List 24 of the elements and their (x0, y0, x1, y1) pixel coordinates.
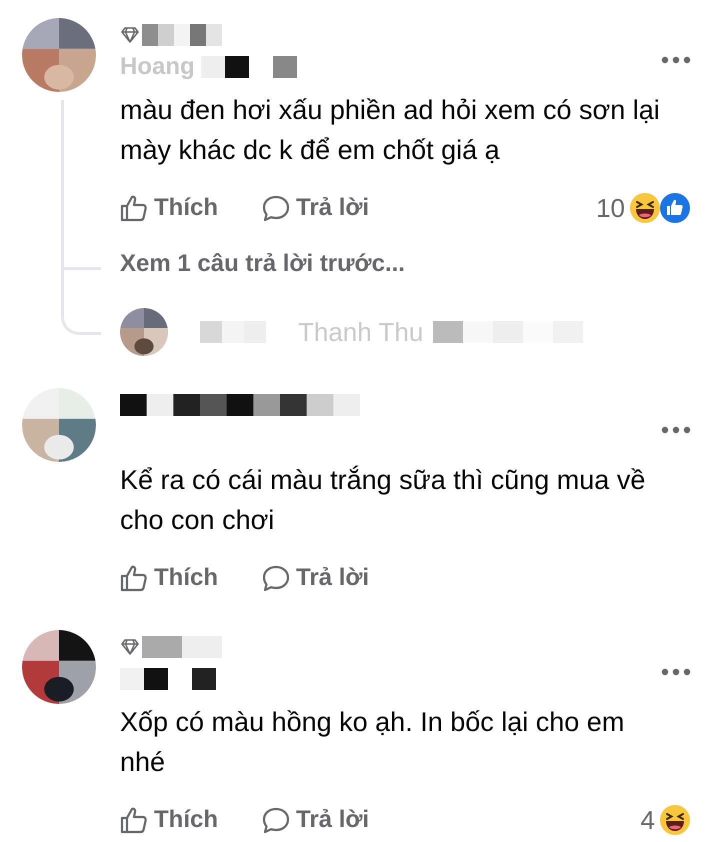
reply-button[interactable]: Trả lời (262, 560, 370, 596)
reply-button[interactable]: Trả lời (262, 190, 370, 226)
comment-text: Kể ra có cái màu trắng sữa thì cũng mua về cho con chơi (120, 464, 646, 537)
reply-button[interactable]: Trả lời (262, 802, 370, 838)
comment-icon (262, 564, 290, 592)
like-button[interactable]: Thích (120, 560, 218, 596)
comment-icon (262, 806, 290, 834)
more-icon[interactable] (661, 56, 691, 64)
like-button[interactable]: Thích (120, 190, 218, 226)
laughing-emoji-icon (659, 804, 691, 836)
comment-text: màu đen hơi xấu phiền ad hỏi xem có sơn lại mày khác dc k để em chốt giá ạ (120, 94, 660, 167)
reaction-count[interactable]: 10 (596, 188, 625, 228)
like-button[interactable]: Thích (120, 802, 218, 838)
thumbs-up-icon (120, 194, 148, 222)
comment-icon (262, 194, 290, 222)
comment-text: Xốp có màu hồng ko ạh. In bốc lại cho em nhé (120, 706, 626, 779)
thumbs-up-icon (120, 564, 148, 592)
thumbs-up-icon (120, 806, 148, 834)
like-reaction-icon (659, 192, 691, 224)
more-icon[interactable] (661, 426, 691, 434)
reaction-count[interactable]: 4 (640, 800, 655, 840)
more-icon[interactable] (661, 668, 691, 676)
view-replies-link[interactable]: Xem 1 câu trả lời trước... (120, 246, 405, 282)
laughing-emoji-icon (629, 192, 661, 224)
